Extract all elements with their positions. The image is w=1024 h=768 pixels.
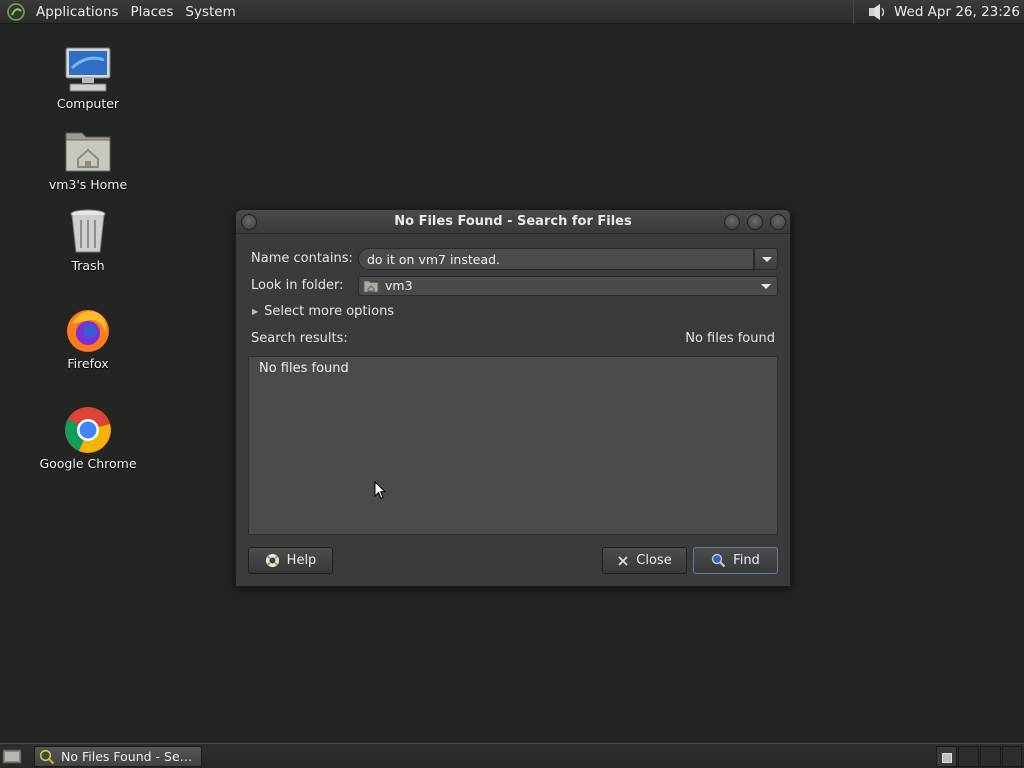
desktop-icon-label: vm3's Home xyxy=(48,177,128,192)
gnome-foot-icon[interactable] xyxy=(6,2,26,22)
desktop-icon-home[interactable]: vm3's Home xyxy=(33,127,143,192)
search-icon xyxy=(711,553,726,568)
desktop-icon-computer[interactable]: Computer xyxy=(33,46,143,111)
show-desktop-icon[interactable] xyxy=(2,748,22,764)
menu-places[interactable]: Places xyxy=(124,0,179,24)
results-status: No files found xyxy=(685,331,775,346)
more-options-label: Select more options xyxy=(264,304,395,319)
chevron-down-icon xyxy=(762,257,772,262)
close-icon xyxy=(618,555,628,566)
home-folder-icon xyxy=(363,280,379,293)
name-history-dropdown[interactable] xyxy=(754,248,778,270)
name-contains-label: Name contains: xyxy=(251,251,353,266)
panel-tray: Wed Apr 26, 23:26 xyxy=(852,0,1024,24)
bottom-panel: No Files Found - Se… xyxy=(0,743,1024,768)
help-button-label: Help xyxy=(286,553,317,568)
help-lifebuoy-icon xyxy=(265,554,279,567)
firefox-icon xyxy=(67,310,109,352)
dialog-titlebar[interactable]: No Files Found - Search for Files xyxy=(236,210,790,234)
folder-value: vm3 xyxy=(385,278,413,293)
find-button-label: Find xyxy=(733,553,760,568)
desktop-icon-chrome[interactable]: Google Chrome xyxy=(33,406,143,471)
window-menu-icon[interactable] xyxy=(241,214,257,230)
dialog-title: No Files Found - Search for Files xyxy=(394,214,632,229)
look-in-folder-label: Look in folder: xyxy=(251,278,344,293)
find-button[interactable]: Find xyxy=(693,547,778,574)
desktop-icon-trash[interactable]: Trash xyxy=(33,208,143,273)
workspace-2[interactable] xyxy=(958,746,979,767)
chrome-icon xyxy=(65,407,111,453)
close-button[interactable]: Close xyxy=(602,547,687,574)
workspace-3[interactable] xyxy=(980,746,1001,767)
taskbar-item-label: No Files Found - Se… xyxy=(61,749,193,764)
results-list[interactable]: No files found xyxy=(248,356,778,535)
desktop-icon-label: Trash xyxy=(71,258,105,273)
look-in-folder-select[interactable]: vm3 xyxy=(358,276,778,296)
desktop-icon-label: Computer xyxy=(56,96,120,111)
workspace-1[interactable] xyxy=(936,746,957,767)
name-contains-input[interactable] xyxy=(358,248,754,270)
close-button-label: Close xyxy=(636,553,672,568)
home-folder-icon xyxy=(65,132,111,172)
clock[interactable]: Wed Apr 26, 23:26 xyxy=(894,4,1020,20)
search-dialog: No Files Found - Search for Files Name c… xyxy=(235,209,791,587)
maximize-icon[interactable] xyxy=(747,214,763,230)
panel-separator xyxy=(852,0,854,24)
computer-icon xyxy=(65,47,111,92)
menu-system[interactable]: System xyxy=(179,0,241,24)
minimize-icon[interactable] xyxy=(724,214,740,230)
desktop-icon-firefox[interactable]: Firefox xyxy=(33,306,143,371)
workspace-window-thumb xyxy=(942,753,952,763)
chevron-down-icon xyxy=(761,284,771,289)
expander-arrow-icon: ▶ xyxy=(252,307,259,316)
search-results-label: Search results: xyxy=(251,331,348,346)
volume-icon[interactable] xyxy=(866,2,888,22)
taskbar-item-search[interactable]: No Files Found - Se… xyxy=(34,746,202,767)
trash-icon xyxy=(70,209,106,253)
mouse-cursor-icon xyxy=(374,481,386,500)
workspace-4[interactable] xyxy=(1002,746,1022,767)
help-button[interactable]: Help xyxy=(248,547,333,574)
menu-applications[interactable]: Applications xyxy=(30,0,124,24)
top-panel: Applications Places System Wed Apr 26, 2… xyxy=(0,0,1024,24)
desktop-icon-label: Google Chrome xyxy=(39,456,137,471)
desktop-icon-label: Firefox xyxy=(67,356,109,371)
select-more-options-expander[interactable]: ▶ Select more options xyxy=(252,304,394,319)
search-icon xyxy=(39,749,55,764)
list-item[interactable]: No files found xyxy=(259,361,349,376)
close-window-icon[interactable] xyxy=(770,214,786,230)
